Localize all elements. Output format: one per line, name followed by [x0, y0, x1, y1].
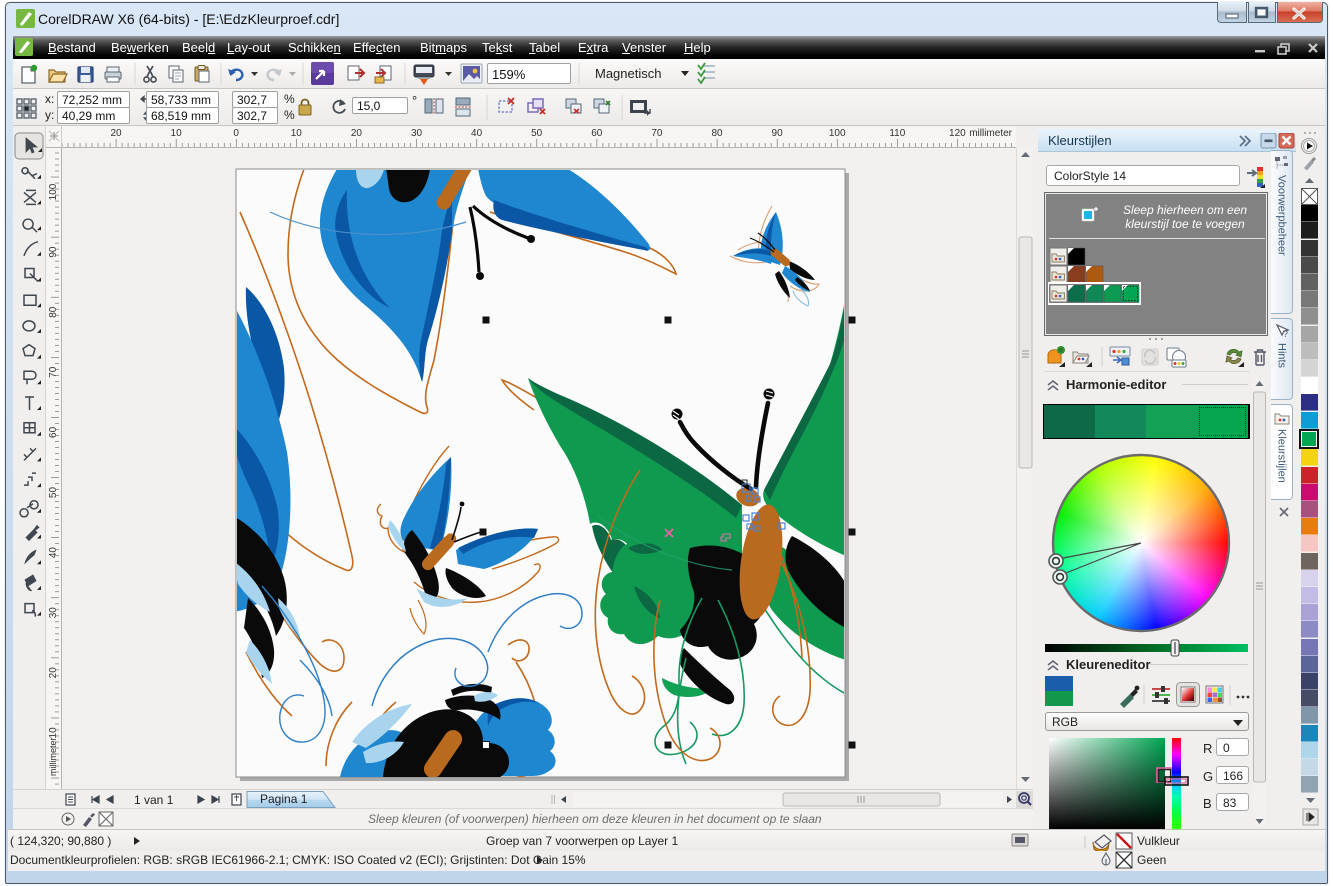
svg-text:20: 20 — [351, 128, 363, 139]
svg-text:40: 40 — [471, 128, 483, 139]
svg-text:10: 10 — [48, 727, 59, 739]
svg-text:20: 20 — [110, 128, 122, 139]
svg-text:?: ? — [1283, 329, 1288, 339]
svg-text:10: 10 — [171, 128, 183, 139]
svg-text:120: 120 — [949, 128, 966, 139]
svg-text:60: 60 — [591, 128, 603, 139]
svg-text:40: 40 — [48, 547, 59, 559]
svg-text:80: 80 — [711, 128, 723, 139]
svg-text:millimeter: millimeter — [48, 737, 58, 776]
svg-text:millimeter: millimeter — [969, 128, 1012, 139]
svg-text:80: 80 — [48, 306, 59, 318]
svg-text:70: 70 — [48, 366, 59, 378]
svg-text:90: 90 — [772, 128, 784, 139]
svg-text:50: 50 — [48, 487, 59, 499]
svg-text:0: 0 — [233, 128, 239, 139]
svg-text:100: 100 — [48, 183, 59, 200]
svg-text:110: 110 — [889, 128, 905, 139]
svg-text:100: 100 — [829, 128, 846, 139]
svg-text:50: 50 — [531, 128, 543, 139]
svg-text:20: 20 — [48, 667, 59, 679]
svg-text:30: 30 — [48, 607, 59, 619]
svg-text:30: 30 — [411, 128, 423, 139]
svg-text:70: 70 — [651, 128, 663, 139]
svg-text:60: 60 — [48, 426, 59, 438]
svg-text:90: 90 — [48, 246, 59, 258]
svg-text:10: 10 — [291, 128, 303, 139]
